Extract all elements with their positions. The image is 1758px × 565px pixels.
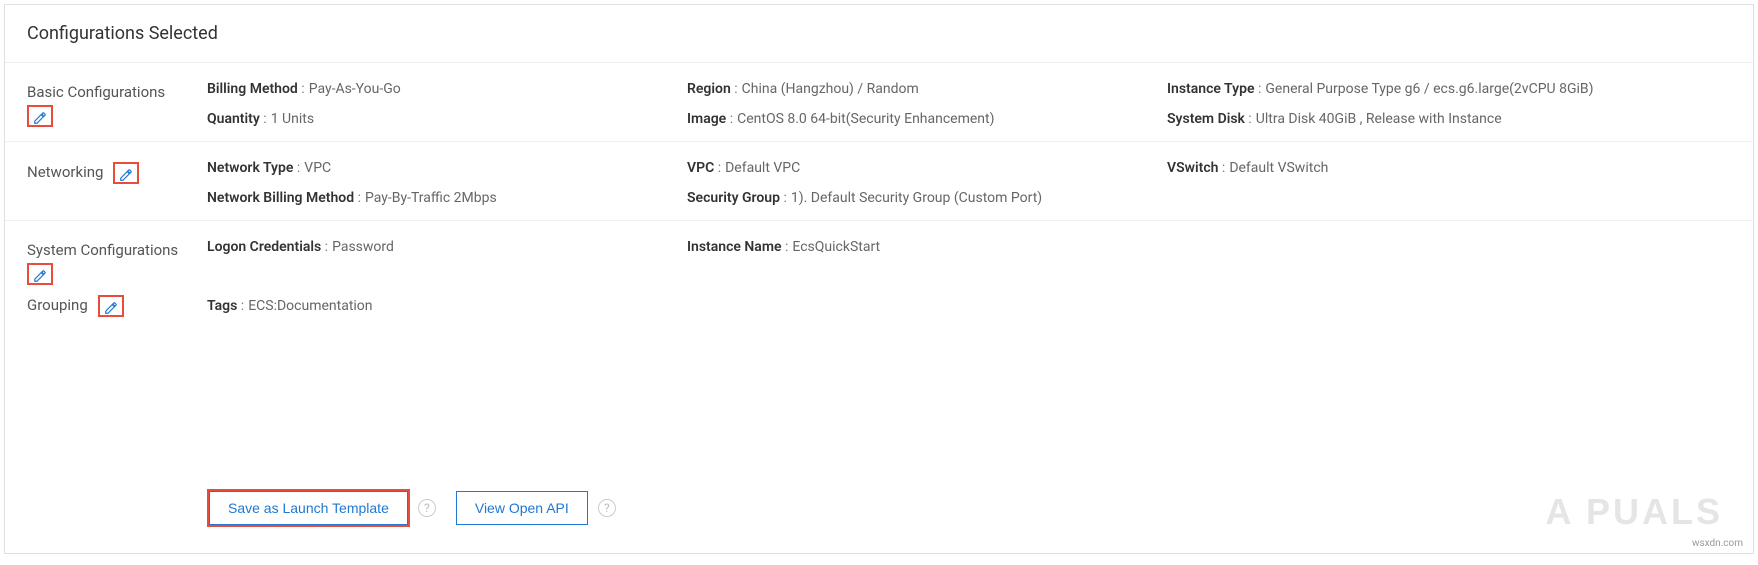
edit-networking-icon[interactable] (113, 162, 139, 184)
system-label-text: System Configurations (27, 241, 178, 259)
secgroup-value: 1). Default Security Group (Custom Port) (791, 190, 1042, 206)
system-disk-value: Ultra Disk 40GiB , Release with Instance (1256, 111, 1502, 127)
section-label-basic: Basic Configurations (27, 81, 207, 127)
vswitch-label: VSwitch (1167, 160, 1218, 176)
instance-name-value: EcsQuickStart (792, 239, 880, 255)
net-billing-label: Network Billing Method (207, 190, 354, 206)
image-value: CentOS 8.0 64-bit(Security Enhancement) (737, 111, 994, 127)
save-launch-template-button[interactable]: Save as Launch Template (209, 491, 408, 525)
field-network-type: Network Type :VPC (207, 160, 677, 176)
field-image: Image :CentOS 8.0 64-bit(Security Enhanc… (687, 111, 1157, 127)
billing-method-value: Pay-As-You-Go (309, 81, 401, 97)
vswitch-value: Default VSwitch (1229, 160, 1328, 176)
help-icon-view-api[interactable]: ? (598, 499, 616, 517)
field-region: Region :China (Hangzhou) / Random (687, 81, 1157, 97)
field-vpc: VPC :Default VPC (687, 160, 1157, 176)
basic-label-text: Basic Configurations (27, 83, 165, 101)
field-instance-name: Instance Name :EcsQuickStart (687, 239, 1157, 255)
field-billing-method: Billing Method :Pay-As-You-Go (207, 81, 677, 97)
quantity-label: Quantity (207, 111, 260, 127)
grouping-label-text: Grouping (27, 296, 88, 314)
edit-basic-icon[interactable] (27, 105, 53, 127)
vpc-label: VPC (687, 160, 714, 176)
quantity-value: 1 Units (271, 111, 314, 127)
net-billing-value: Pay-By-Traffic 2Mbps (365, 190, 497, 206)
edit-system-icon[interactable] (27, 263, 53, 285)
instance-type-value: General Purpose Type g6 / ecs.g6.large(2… (1265, 81, 1593, 97)
billing-method-label: Billing Method (207, 81, 298, 97)
secgroup-label: Security Group (687, 190, 780, 206)
field-security-group: Security Group :1). Default Security Gro… (687, 190, 1157, 206)
watermark-source: wsxdn.com (1692, 538, 1743, 549)
section-label-system-grouping: System Configurations Grouping (27, 239, 207, 317)
field-vswitch: VSwitch :Default VSwitch (1167, 160, 1731, 176)
section-basic-configurations: Basic Configurations Billing Method :Pay… (5, 63, 1753, 142)
field-system-disk: System Disk :Ultra Disk 40GiB , Release … (1167, 111, 1731, 127)
field-logon-credentials: Logon Credentials :Password (207, 239, 677, 255)
section-system-grouping: System Configurations Grouping Logon Cre… (5, 221, 1753, 331)
region-value: China (Hangzhou) / Random (742, 81, 919, 97)
field-network-billing: Network Billing Method :Pay-By-Traffic 2… (207, 190, 677, 206)
configurations-panel: Configurations Selected Basic Configurat… (4, 4, 1754, 554)
region-label: Region (687, 81, 731, 97)
system-disk-label: System Disk (1167, 111, 1245, 127)
network-type-label: Network Type (207, 160, 293, 176)
panel-title: Configurations Selected (5, 5, 1753, 63)
action-button-row: Save as Launch Template ? View Open API … (5, 481, 658, 535)
field-instance-type: Instance Type :General Purpose Type g6 /… (1167, 81, 1731, 97)
instance-type-label: Instance Type (1167, 81, 1255, 97)
field-tags: Tags :ECS:Documentation (207, 298, 677, 314)
vpc-value: Default VPC (725, 160, 800, 176)
logon-value: Password (332, 239, 394, 255)
networking-label-text: Networking (27, 163, 103, 181)
view-open-api-button[interactable]: View Open API (456, 491, 588, 525)
edit-grouping-icon[interactable] (98, 295, 124, 317)
network-type-value: VPC (304, 160, 331, 176)
watermark-logo: A PUALS (1545, 491, 1723, 533)
help-icon-save-template[interactable]: ? (418, 499, 436, 517)
section-networking: Networking Network Type :VPC VPC :Defaul… (5, 142, 1753, 221)
image-label: Image (687, 111, 726, 127)
instance-name-label: Instance Name (687, 239, 782, 255)
section-label-networking: Networking (27, 160, 207, 206)
field-quantity: Quantity :1 Units (207, 111, 677, 127)
logon-label: Logon Credentials (207, 239, 321, 255)
tags-label: Tags (207, 298, 237, 314)
tags-value: ECS:Documentation (248, 298, 372, 314)
